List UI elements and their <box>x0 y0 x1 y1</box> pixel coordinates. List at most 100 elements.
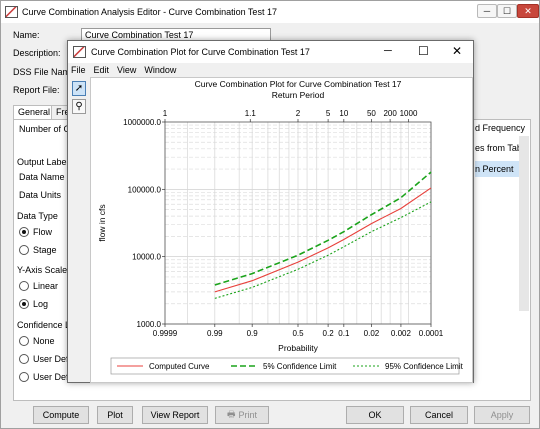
apply-button: Apply <box>474 406 530 424</box>
print-button: 🖶 Print <box>215 406 269 424</box>
x-tick-label: 0.1 <box>338 329 350 338</box>
vertical-scrollbar[interactable] <box>519 136 529 311</box>
chart-title: Curve Combination Plot for Curve Combina… <box>195 79 402 89</box>
view-report-button[interactable]: View Report <box>142 406 208 424</box>
editor-titlebar: Curve Combination Analysis Editor - Curv… <box>1 1 539 23</box>
legend-label-2: 5% Confidence Limit <box>263 362 337 371</box>
chart-legend: Computed Curve 5% Confidence Limit 95% Con… <box>110 357 464 375</box>
flow-radio-indicator <box>19 227 29 237</box>
printer-icon: 🖶 <box>226 409 236 419</box>
linear-radio-label: Linear <box>33 281 59 291</box>
plot-area: Curve Combination Plot for Curve Combina… <box>90 77 473 383</box>
plot-close-button[interactable]: ✕ <box>452 44 462 58</box>
menu-file[interactable]: File <box>71 65 86 75</box>
data-type-heading: Data Type <box>17 211 58 221</box>
description-label: Description: <box>13 48 61 58</box>
print-button-label: Print <box>238 410 257 420</box>
linear-radio[interactable]: Linear <box>19 281 58 291</box>
top-tick-label: 1.1 <box>245 109 257 118</box>
y-axis-heading: Y-Axis Scale <box>17 265 68 275</box>
top-tick-label: 5 <box>326 109 331 118</box>
user-defined-radio-2[interactable]: User Defi <box>19 372 71 382</box>
plot-minimize-button[interactable]: ─ <box>384 45 392 57</box>
stage-radio-indicator <box>19 245 29 255</box>
x-tick-label: 0.002 <box>391 329 412 338</box>
user-defined-radio-2-label: User Defi <box>33 372 71 382</box>
probability-chart: Curve Combination Plot for Curve Combina… <box>97 79 464 375</box>
editor-title: Curve Combination Analysis Editor - Curv… <box>22 7 277 17</box>
app-icon <box>5 6 18 18</box>
log-radio[interactable]: Log <box>19 299 48 309</box>
user-defined-radio-1-label: User Defi <box>33 354 71 364</box>
top-axis-label: Return Period <box>272 90 325 100</box>
minimize-button[interactable]: ─ <box>477 4 497 18</box>
flow-radio[interactable]: Flow <box>19 227 52 237</box>
chart-grid <box>164 122 432 325</box>
top-tick-label: 50 <box>367 109 376 118</box>
x-tick-label: 0.9 <box>247 329 259 338</box>
legend-label-3: 95% Confidence Limit <box>385 362 464 371</box>
data-units-label: Data Units <box>19 190 62 200</box>
top-tick-label: 10 <box>339 109 348 118</box>
chart-lines <box>214 171 432 299</box>
user-defined-radio-1[interactable]: User Defi <box>19 354 71 364</box>
report-file-label: Report File: <box>13 85 60 95</box>
x-tick-label: 0.99 <box>207 329 223 338</box>
linear-radio-indicator <box>19 281 29 291</box>
name-label: Name: <box>13 30 40 40</box>
top-tick-label: 1 <box>163 109 168 118</box>
output-labels-heading: Output Labels <box>17 157 74 167</box>
y-axis-label: flow in cfs <box>97 204 107 241</box>
dss-file-label: DSS File Nam <box>13 67 71 77</box>
y-tick-label: 10000.0 <box>132 253 161 262</box>
menu-view[interactable]: View <box>117 65 136 75</box>
ok-button[interactable]: OK <box>346 406 404 424</box>
none-radio-indicator <box>19 336 29 346</box>
frequency-header-text: d Frequency <box>475 123 526 133</box>
menu-edit[interactable]: Edit <box>94 65 110 75</box>
x-tick-label: 0.9999 <box>153 329 178 338</box>
user-defined-radio-2-indicator <box>19 372 29 382</box>
x-tick-label: 0.0001 <box>419 329 444 338</box>
pointer-icon[interactable]: ➚ <box>72 81 86 96</box>
x-tick-label: 0.02 <box>364 329 380 338</box>
x-tick-label: 0.5 <box>292 329 304 338</box>
plot-maximize-button[interactable]: ☐ <box>418 44 429 58</box>
y-tick-label: 100000.0 <box>128 185 162 194</box>
tab-general[interactable]: General <box>13 105 56 119</box>
x-axis-label: Probability <box>278 343 318 353</box>
plot-titlebar: Curve Combination Plot for Curve Combina… <box>68 41 473 63</box>
legend-label-1: Computed Curve <box>149 362 210 371</box>
plot-window-title: Curve Combination Plot for Curve Combina… <box>91 47 310 57</box>
none-radio[interactable]: None <box>19 336 55 346</box>
maximize-button[interactable]: ☐ <box>497 4 517 18</box>
top-tick-label: 200 <box>383 109 397 118</box>
menu-window[interactable]: Window <box>144 65 176 75</box>
confidence-heading: Confidence L <box>17 320 71 330</box>
flow-radio-label: Flow <box>33 227 53 237</box>
plot-menubar: File Edit View Window <box>68 63 473 77</box>
user-defined-radio-1-indicator <box>19 354 29 364</box>
plot-window: Curve Combination Plot for Curve Combina… <box>67 40 474 383</box>
log-radio-indicator <box>19 299 29 309</box>
top-tick-label: 2 <box>296 109 301 118</box>
x-tick-label: 0.2 <box>323 329 335 338</box>
percent-header-text: n Percent <box>475 164 514 174</box>
y-tick-label: 1000000.0 <box>123 118 161 127</box>
number-label: Number of C <box>19 124 71 134</box>
plot-app-icon <box>73 46 86 58</box>
series-line-1 <box>214 187 432 293</box>
y-tick-label: 1000.0 <box>137 320 162 329</box>
compute-button[interactable]: Compute <box>33 406 89 424</box>
log-radio-label: Log <box>33 299 49 309</box>
top-tick-label: 1000 <box>400 109 418 118</box>
percent-header-cell[interactable]: n Percent <box>475 161 519 177</box>
none-radio-label: None <box>33 336 55 346</box>
close-button[interactable]: ✕ <box>517 4 539 18</box>
stage-radio[interactable]: Stage <box>19 245 57 255</box>
plot-button[interactable]: Plot <box>97 406 133 424</box>
stage-radio-label: Stage <box>33 245 57 255</box>
cancel-button[interactable]: Cancel <box>410 406 468 424</box>
data-name-label: Data Name <box>19 172 65 182</box>
zoom-icon[interactable]: ⚲ <box>72 99 86 114</box>
